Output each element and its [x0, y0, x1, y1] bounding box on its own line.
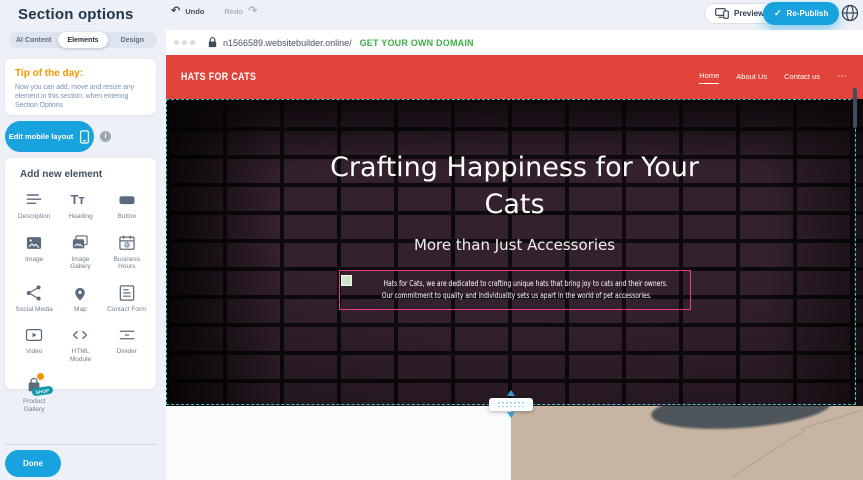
tip-title: Tip of the day:	[15, 68, 146, 79]
element-business-hours[interactable]: Business Hours	[107, 233, 147, 271]
video-icon	[24, 325, 44, 345]
page-title: Section options	[18, 6, 134, 23]
tip-body: Now you can add, move and resize any ele…	[15, 83, 146, 110]
add-element-panel: Add new element Description Heading Butt…	[5, 158, 156, 389]
photo-seam-line	[733, 429, 806, 477]
tab-ai-content[interactable]: AI Content	[9, 32, 58, 48]
devices-icon	[715, 8, 729, 19]
get-domain-link[interactable]: GET YOUR OWN DOMAIN	[360, 38, 474, 48]
element-button[interactable]: Button	[107, 190, 147, 221]
image-icon	[24, 233, 44, 253]
edit-mobile-layout-button[interactable]: Edit mobile layout	[5, 121, 94, 152]
selection-handle[interactable]	[341, 275, 352, 286]
phone-icon	[79, 129, 90, 145]
site-url: n1566589.websitebuilder.online/	[223, 38, 352, 48]
tab-design[interactable]: Design	[108, 32, 157, 48]
nav-more-icon[interactable]	[837, 71, 847, 84]
done-button[interactable]: Done	[5, 450, 61, 477]
app-screen: Section options Undo Redo Preview Re-Pub…	[0, 0, 863, 480]
map-icon	[70, 283, 90, 303]
element-video[interactable]: Video	[14, 325, 54, 363]
history-controls: Undo Redo	[171, 7, 257, 16]
element-social-media[interactable]: Social Media	[14, 283, 54, 314]
element-divider[interactable]: Divider	[107, 325, 147, 363]
info-icon[interactable]	[100, 131, 111, 142]
undo-button[interactable]: Undo	[171, 7, 204, 16]
product-gallery-icon: SHOP	[24, 375, 44, 395]
lock-icon	[208, 37, 217, 48]
resize-arrow-up-icon[interactable]	[507, 390, 515, 396]
globe-icon	[841, 4, 859, 22]
divider-icon	[117, 325, 137, 345]
element-map[interactable]: Map	[60, 283, 100, 314]
element-html-module[interactable]: HTML Module	[60, 325, 100, 363]
undo-icon	[171, 7, 180, 16]
redo-button[interactable]: Redo	[224, 7, 257, 16]
hero-body-line1: Hats for Cats, we are dedicated to craft…	[383, 278, 667, 290]
heading-icon	[70, 190, 90, 210]
element-grid: Description Heading Button Image	[11, 190, 150, 413]
nav-about-us[interactable]: About Us	[736, 72, 767, 83]
window-dots-icon	[174, 40, 195, 45]
scrollbar-thumb[interactable]	[853, 88, 857, 128]
redo-label: Redo	[224, 7, 243, 16]
language-globe-button[interactable]	[841, 4, 859, 22]
button-icon	[117, 190, 137, 210]
element-description[interactable]: Description	[14, 190, 54, 221]
description-icon	[24, 190, 44, 210]
drag-dots-icon	[498, 402, 524, 407]
hero-title[interactable]: Crafting Happiness for Your Cats	[325, 149, 705, 223]
undo-label: Undo	[185, 7, 204, 16]
tab-elements[interactable]: Elements	[58, 32, 107, 48]
tip-of-the-day-panel: Tip of the day: Now you can add, move an…	[5, 59, 156, 115]
site-header: HATS FOR CATS Home About Us Contact us	[166, 55, 863, 99]
preview-label: Preview	[734, 9, 764, 18]
check-icon	[774, 8, 782, 19]
element-image-gallery[interactable]: Image Gallery	[60, 233, 100, 271]
business-hours-icon	[117, 233, 137, 253]
hero-text-element-selected[interactable]: Hats for Cats, we are dedicated to craft…	[339, 270, 691, 310]
republish-button[interactable]: Re-Publish	[763, 2, 839, 25]
hero-subtitle[interactable]: More than Just Accessories	[414, 236, 615, 254]
section-resize-handle[interactable]	[489, 398, 533, 411]
shop-badge: SHOP	[32, 386, 54, 397]
nav-home[interactable]: Home	[699, 71, 719, 84]
element-product-gallery[interactable]: SHOP Product Gallery	[14, 375, 54, 413]
edit-mobile-label: Edit mobile layout	[9, 132, 74, 141]
sidebar-divider	[5, 444, 156, 445]
site-nav: Home About Us Contact us	[699, 71, 847, 84]
social-media-icon	[24, 283, 44, 303]
element-contact-form[interactable]: Contact Form	[107, 283, 147, 314]
redo-icon	[248, 7, 257, 16]
hero-section[interactable]: Crafting Happiness for Your Cats More th…	[166, 99, 863, 406]
site-logo[interactable]: HATS FOR CATS	[181, 71, 256, 83]
element-image[interactable]: Image	[14, 233, 54, 271]
hero-body-line2: Our commitment to quality and individual…	[381, 290, 651, 302]
image-gallery-icon	[70, 233, 90, 253]
nav-contact-us[interactable]: Contact us	[784, 72, 820, 83]
browser-bar: n1566589.websitebuilder.online/ GET YOUR…	[166, 30, 863, 55]
next-section-photo	[511, 406, 863, 480]
sidebar-tabs: AI Content Elements Design	[9, 32, 157, 48]
resize-arrow-down-icon[interactable]	[507, 412, 515, 418]
republish-label: Re-Publish	[787, 9, 829, 18]
element-heading[interactable]: Heading	[60, 190, 100, 221]
add-element-title: Add new element	[20, 169, 150, 180]
html-module-icon	[70, 325, 90, 345]
contact-form-icon	[117, 283, 137, 303]
